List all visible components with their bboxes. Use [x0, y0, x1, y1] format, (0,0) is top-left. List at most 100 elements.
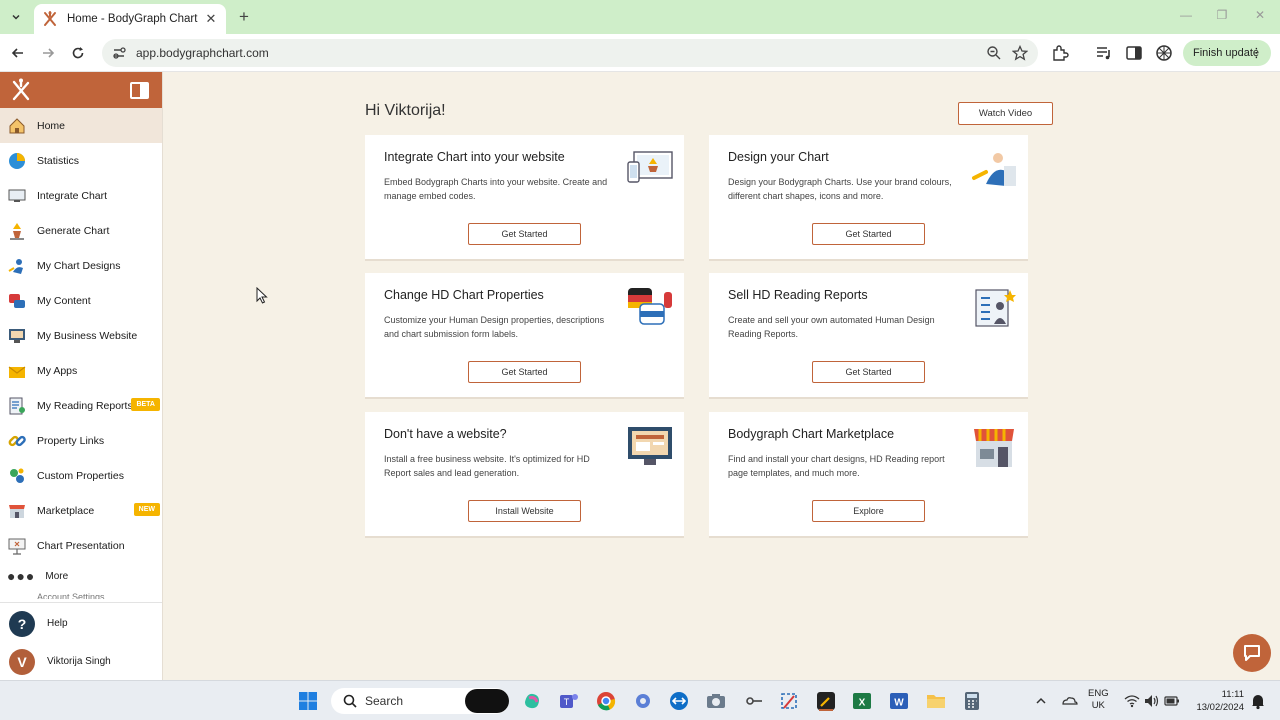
sidebar-item-custom-properties[interactable]: Custom Properties — [0, 458, 162, 493]
svg-text:X: X — [859, 698, 866, 709]
keyboard-region: UK — [1091, 700, 1105, 711]
card-description: Install a free business website. It's op… — [384, 454, 590, 478]
get-started-button[interactable]: Get Started — [468, 223, 581, 245]
new-tab-button[interactable]: + — [234, 7, 254, 27]
camera-icon[interactable] — [705, 690, 727, 712]
notification-bell-icon[interactable] — [1250, 690, 1266, 712]
monitor-icon — [8, 189, 26, 202]
show-hidden-icons-icon[interactable] — [1034, 690, 1048, 712]
screen-recorder-icon[interactable] — [815, 690, 837, 712]
sidebar-more-button[interactable]: ●●● More — [0, 563, 162, 589]
chrome-icon[interactable] — [595, 690, 617, 712]
bodygraph-logo-icon[interactable] — [10, 78, 32, 102]
extensions-icon[interactable] — [1051, 44, 1069, 62]
sidebar-item-my-reading-reports[interactable]: My Reading Reports BETA — [0, 388, 162, 423]
card-title: Bodygraph Chart Marketplace — [728, 427, 895, 441]
report-illustration-icon — [975, 289, 1016, 327]
copilot-icon[interactable] — [521, 690, 543, 712]
close-window-icon[interactable]: ✕ — [1250, 8, 1270, 22]
menu-dots-icon[interactable]: ⋮ — [1250, 45, 1263, 61]
sidebar-item-property-links[interactable]: Property Links — [0, 423, 162, 458]
new-badge: NEW — [133, 503, 160, 516]
sidebar-item-my-chart-designs[interactable]: My Chart Designs — [0, 248, 162, 283]
get-started-button[interactable]: Get Started — [812, 361, 925, 383]
chat-support-button[interactable] — [1233, 634, 1271, 672]
store-icon — [9, 504, 25, 518]
sidebar: Home Statistics Integrate Chart Generate… — [0, 72, 163, 680]
capture-tool-icon[interactable] — [742, 690, 764, 712]
card-title: Design your Chart — [728, 150, 829, 164]
tab-search-button[interactable] — [6, 7, 26, 27]
explore-button[interactable]: Explore — [812, 500, 925, 522]
taskbar-clock[interactable]: 11:11 13/02/2024 — [1188, 688, 1244, 714]
onedrive-icon[interactable] — [1060, 690, 1078, 712]
bookmark-star-icon[interactable] — [1012, 45, 1028, 61]
reload-button[interactable] — [68, 43, 88, 63]
sidebar-item-label: My Reading Reports — [37, 399, 133, 412]
get-started-button[interactable]: Get Started — [812, 223, 925, 245]
sidebar-item-label: Home — [37, 119, 66, 132]
url-text[interactable]: app.bodygraphchart.com — [136, 46, 986, 60]
close-tab-icon[interactable]: ✕ — [204, 11, 218, 27]
user-profile-button[interactable]: V Viktorija Singh — [0, 644, 162, 679]
get-started-button[interactable]: Get Started — [468, 361, 581, 383]
website-icon — [9, 328, 25, 343]
page-greeting: Hi Viktorija! — [365, 102, 446, 119]
sidebar-item-label: Custom Properties — [37, 469, 124, 482]
sidebar-item-generate-chart[interactable]: Generate Chart — [0, 213, 162, 248]
content-icon — [9, 293, 25, 308]
sidebar-collapse-icon[interactable] — [130, 82, 149, 99]
profile-icon[interactable] — [1155, 44, 1173, 62]
sidebar-item-my-content[interactable]: My Content — [0, 283, 162, 318]
side-panel-icon[interactable] — [1125, 44, 1143, 62]
forward-button[interactable] — [38, 43, 58, 63]
tab-title: Home - BodyGraph Chart — [67, 13, 198, 25]
calculator-icon[interactable] — [961, 690, 983, 712]
sidebar-item-account-settings[interactable]: Account Settings — [0, 589, 162, 599]
excel-icon[interactable]: X — [851, 690, 873, 712]
help-label: Help — [47, 618, 68, 629]
settings-gear-icon[interactable] — [632, 690, 654, 712]
sidebar-item-integrate-chart[interactable]: Integrate Chart — [0, 178, 162, 213]
watch-video-button[interactable]: Watch Video — [958, 102, 1053, 125]
battery-icon[interactable] — [1163, 690, 1181, 712]
site-info-icon[interactable] — [112, 46, 126, 60]
address-bar[interactable]: app.bodygraphchart.com — [102, 39, 1038, 67]
media-controls-icon[interactable] — [1095, 44, 1113, 62]
help-icon: ? — [9, 610, 35, 637]
windows-start-icon[interactable] — [297, 690, 319, 712]
teamviewer-icon[interactable] — [668, 690, 690, 712]
snipping-tool-icon[interactable] — [778, 690, 800, 712]
wifi-icon[interactable] — [1123, 690, 1141, 712]
more-dots-icon: ●●● — [7, 568, 36, 584]
help-button[interactable]: ? Help — [0, 606, 162, 641]
sidebar-item-label: Property Links — [37, 434, 105, 447]
sidebar-item-my-apps[interactable]: My Apps — [0, 353, 162, 388]
browser-tab-active[interactable]: Home - BodyGraph Chart ✕ — [34, 4, 226, 34]
minimize-icon[interactable]: — — [1176, 8, 1196, 22]
file-explorer-icon[interactable] — [925, 690, 947, 712]
card-description: Find and install your chart designs, HD … — [728, 454, 945, 478]
maximize-icon[interactable]: ❐ — [1212, 8, 1232, 22]
sidebar-item-my-business-website[interactable]: My Business Website — [0, 318, 162, 353]
sidebar-item-label: My Content — [37, 294, 91, 307]
browser-tab-strip: Home - BodyGraph Chart ✕ + — ❐ ✕ — [0, 0, 1280, 34]
volume-icon[interactable] — [1143, 690, 1161, 712]
sidebar-item-statistics[interactable]: Statistics — [0, 143, 162, 178]
sidebar-item-home[interactable]: Home — [0, 108, 162, 143]
sidebar-item-marketplace[interactable]: Marketplace NEW — [0, 493, 162, 528]
finish-update-button[interactable]: Finish update ⋮ — [1183, 40, 1271, 66]
card-description: Design your Bodygraph Charts. Use your b… — [728, 177, 952, 201]
teams-icon[interactable]: T — [558, 690, 580, 712]
sidebar-item-label: My Apps — [37, 364, 78, 377]
zoom-icon[interactable] — [986, 45, 1002, 61]
arrow-right-icon — [43, 48, 55, 58]
beta-badge: BETA — [131, 398, 160, 411]
input-language-indicator[interactable]: ENG UK — [1088, 688, 1109, 712]
word-icon[interactable]: W — [888, 690, 910, 712]
back-button[interactable] — [8, 43, 28, 63]
install-website-button[interactable]: Install Website — [468, 500, 581, 522]
sidebar-item-chart-presentation[interactable]: Chart Presentation — [0, 528, 162, 563]
taskbar-search-box[interactable]: Search — [331, 688, 509, 714]
card-title: Change HD Chart Properties — [384, 288, 544, 302]
